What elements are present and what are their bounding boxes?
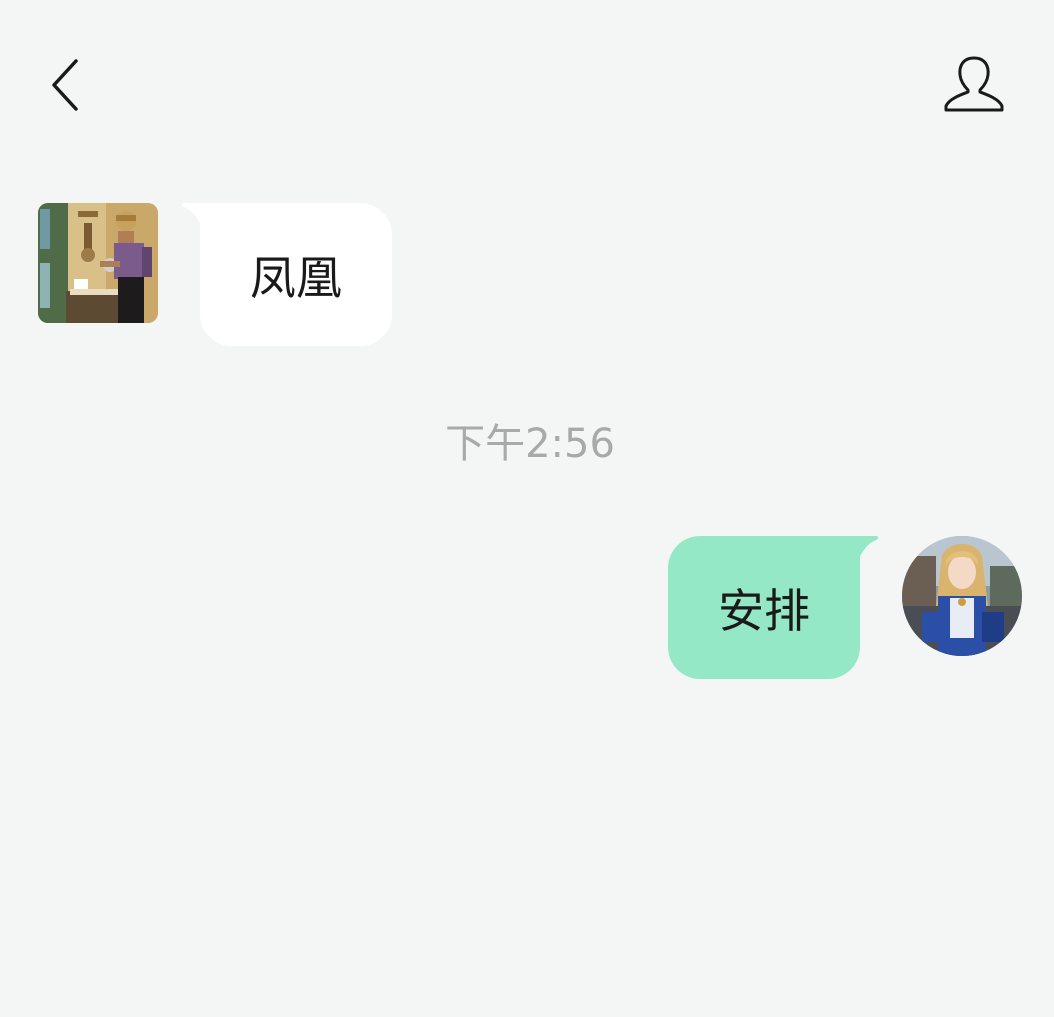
my-avatar-image bbox=[902, 536, 1022, 656]
contact-info-button[interactable] bbox=[934, 46, 1014, 122]
person-outline-icon bbox=[944, 56, 1004, 112]
contact-avatar[interactable] bbox=[38, 203, 158, 323]
message-bubble-outgoing[interactable]: 安排 bbox=[668, 536, 860, 679]
message-bubble-incoming[interactable]: 凤凰 bbox=[200, 203, 392, 346]
message-text: 凤凰 bbox=[250, 250, 342, 305]
my-avatar[interactable] bbox=[902, 536, 1022, 656]
message-timestamp: 下午2:56 bbox=[445, 421, 615, 467]
back-button[interactable] bbox=[34, 48, 98, 118]
contact-avatar-image bbox=[38, 203, 158, 323]
message-text: 安排 bbox=[718, 583, 810, 638]
chevron-left-icon bbox=[52, 59, 78, 111]
